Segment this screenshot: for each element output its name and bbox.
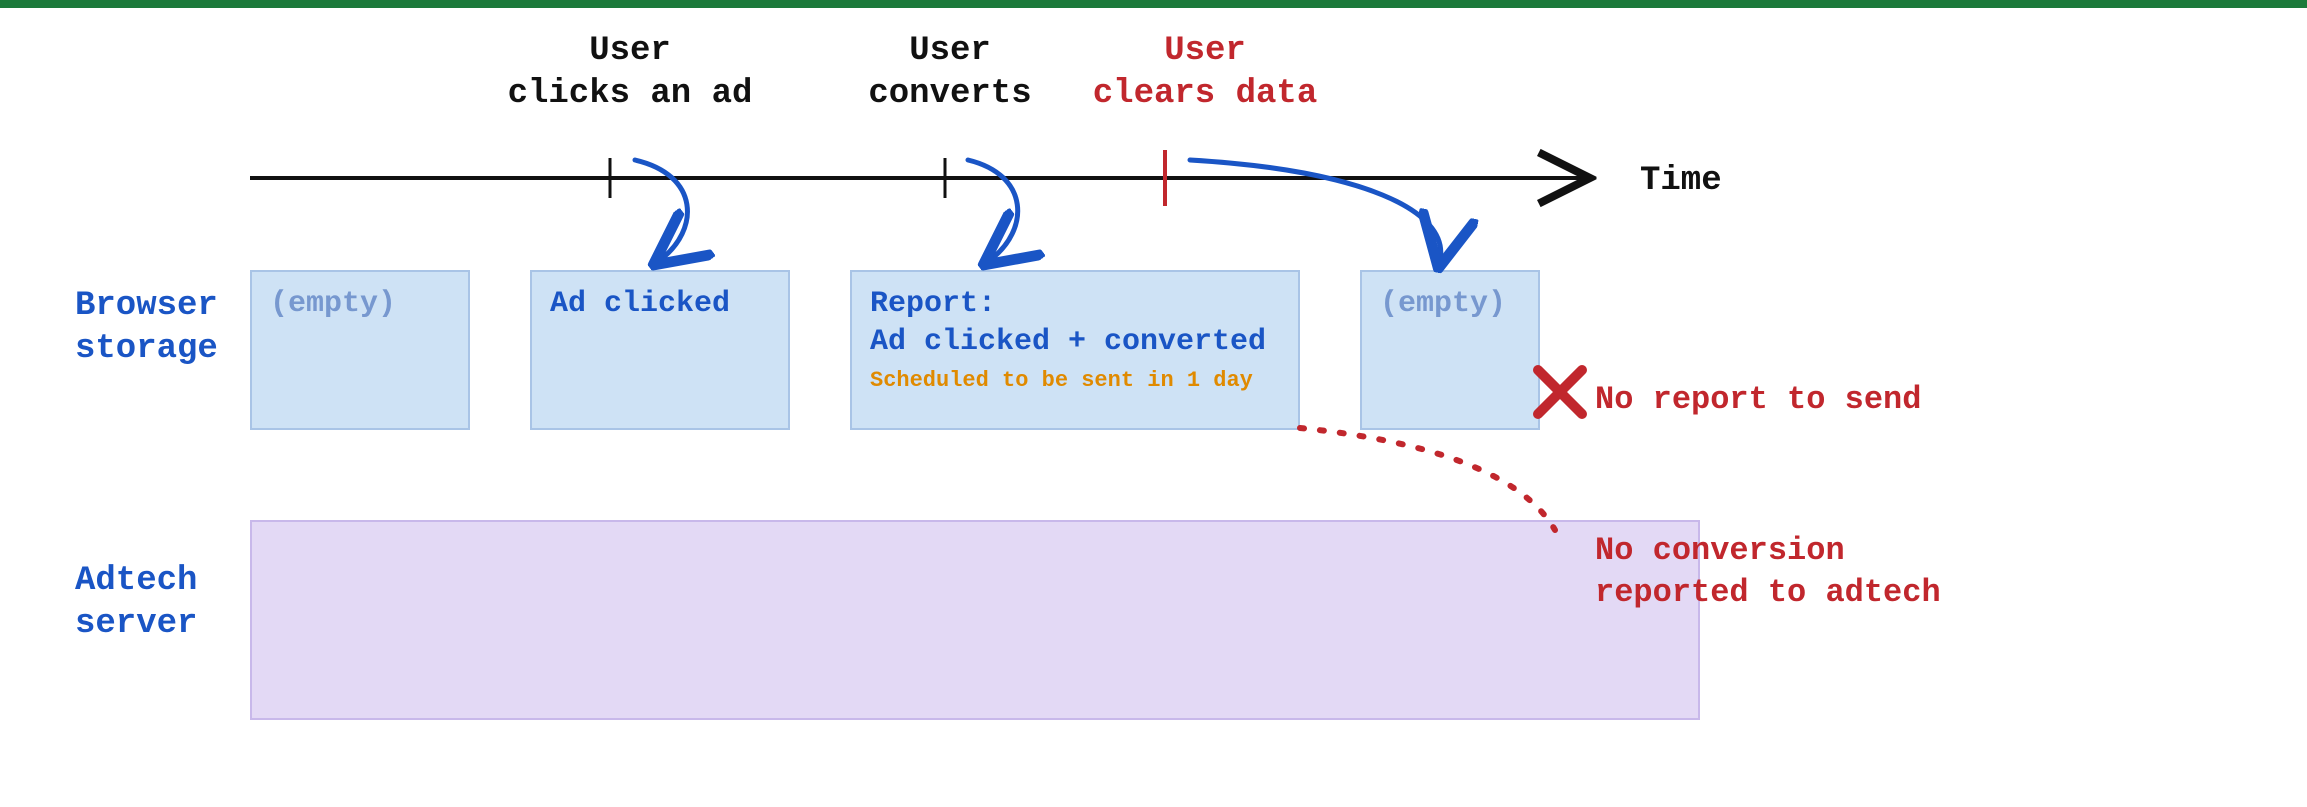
axis-label-time: Time xyxy=(1640,160,1722,203)
diagram-stage: User clicks an ad User converts User cle… xyxy=(0,0,2307,807)
event-label-clear: User clears data xyxy=(1075,30,1335,115)
row-label-browser-storage: Browser storage xyxy=(75,285,218,370)
event-label-convert: User converts xyxy=(845,30,1055,115)
note-no-conversion: No conversion reported to adtech xyxy=(1595,530,1941,613)
top-accent-bar xyxy=(0,0,2307,8)
storage-state-subtext: Scheduled to be sent in 1 day xyxy=(870,367,1280,395)
storage-state-report: Report: Ad clicked + converted Scheduled… xyxy=(850,270,1300,430)
storage-state-text: (empty) xyxy=(270,286,450,324)
error-x-icon xyxy=(1538,370,1582,414)
storage-state-empty-after-clear: (empty) xyxy=(1360,270,1540,430)
arrow-convert-to-storage xyxy=(968,160,1018,260)
storage-state-text: Ad clicked xyxy=(550,286,770,324)
failed-send-path xyxy=(1300,428,1555,530)
note-no-report: No report to send xyxy=(1595,380,1921,420)
event-label-click: User clicks an ad xyxy=(490,30,770,115)
adtech-server-row xyxy=(250,520,1700,720)
storage-state-empty-initial: (empty) xyxy=(250,270,470,430)
storage-state-text: (empty) xyxy=(1380,286,1520,324)
row-label-adtech-server: Adtech server xyxy=(75,560,197,645)
arrow-click-to-storage xyxy=(635,160,687,260)
storage-state-ad-clicked: Ad clicked xyxy=(530,270,790,430)
arrow-clear-to-storage xyxy=(1190,160,1441,260)
storage-state-text: Report: Ad clicked + converted xyxy=(870,286,1280,361)
